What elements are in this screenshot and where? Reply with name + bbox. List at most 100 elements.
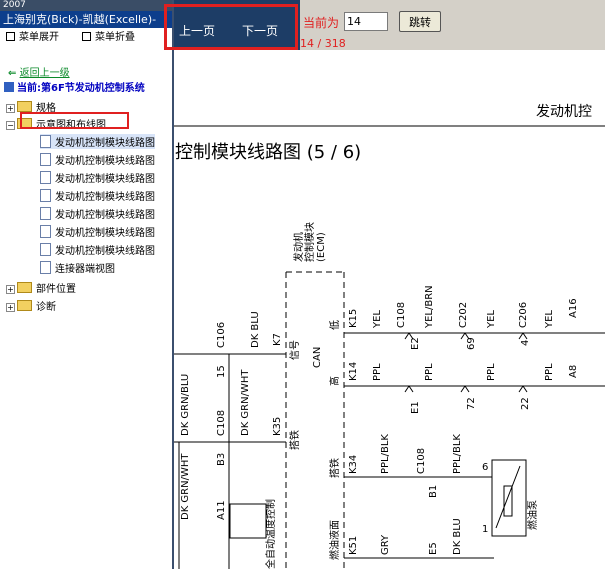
tree-child-item[interactable]: 发动机控制模块线路图 bbox=[40, 224, 155, 239]
svg-text:C202: C202 bbox=[458, 302, 469, 328]
document-icon bbox=[40, 171, 51, 184]
tree-child-item[interactable]: 发动机控制模块线路图 bbox=[40, 170, 155, 185]
folder-icon bbox=[17, 101, 32, 112]
can-label: CAN bbox=[312, 347, 323, 368]
svg-text:C108: C108 bbox=[396, 302, 407, 328]
back-arrow-icon: ⇐ bbox=[8, 68, 17, 79]
document-icon bbox=[40, 243, 51, 256]
document-icon bbox=[40, 153, 51, 166]
content-pane: 上一页 下一页 当前为 跳转 14 / 318 发动机控 控制模块线路图 (5 … bbox=[164, 0, 605, 569]
svg-text:C108: C108 bbox=[416, 448, 427, 474]
plus-icon[interactable]: + bbox=[6, 285, 15, 294]
svg-text:YEL: YEL bbox=[544, 310, 555, 329]
minus-icon[interactable]: − bbox=[6, 121, 15, 130]
highlight-box bbox=[20, 112, 129, 129]
high-label: 高 bbox=[328, 376, 341, 386]
document-icon bbox=[40, 207, 51, 220]
back-link[interactable]: ⇐ 返回上一级 bbox=[8, 64, 70, 79]
square-icon bbox=[6, 32, 15, 41]
svg-text:发动机: 发动机 bbox=[292, 232, 305, 262]
svg-text:YEL: YEL bbox=[372, 310, 383, 329]
svg-text:E1: E1 bbox=[410, 401, 421, 414]
svg-text:PPL: PPL bbox=[372, 363, 383, 381]
svg-text:PPL/BLK: PPL/BLK bbox=[452, 434, 463, 474]
svg-text:DK GRN/BLU: DK GRN/BLU bbox=[180, 374, 191, 436]
svg-text:E2: E2 bbox=[410, 337, 421, 350]
document-icon bbox=[40, 261, 51, 274]
svg-text:DK GRN/WHT: DK GRN/WHT bbox=[240, 369, 251, 436]
svg-text:15: 15 bbox=[216, 365, 227, 378]
current-location: 当前:第6F节发动机控制系统 bbox=[4, 79, 145, 94]
svg-text:K15: K15 bbox=[348, 309, 359, 328]
document-icon bbox=[40, 225, 51, 238]
svg-text:PPL/BLK: PPL/BLK bbox=[380, 434, 391, 474]
svg-text:DK BLU: DK BLU bbox=[250, 311, 261, 348]
folder-icon bbox=[17, 282, 32, 293]
svg-text:K14: K14 bbox=[348, 362, 359, 381]
expand-menu-button[interactable]: 菜单展开 bbox=[6, 29, 59, 47]
jump-button[interactable]: 跳转 bbox=[399, 11, 441, 32]
svg-text:PPL: PPL bbox=[544, 363, 555, 381]
svg-text:PPL: PPL bbox=[424, 363, 435, 381]
plus-icon[interactable]: + bbox=[6, 104, 15, 113]
year-strip: 2007 bbox=[0, 0, 172, 11]
low-label: 低 bbox=[328, 320, 341, 330]
square-icon bbox=[82, 32, 91, 41]
pager-bar: 上一页 下一页 当前为 跳转 14 / 318 bbox=[164, 0, 605, 50]
svg-text:K35: K35 bbox=[272, 417, 283, 436]
svg-text:DK BLU: DK BLU bbox=[452, 518, 463, 555]
svg-text:C108: C108 bbox=[216, 410, 227, 436]
svg-text:YEL: YEL bbox=[486, 310, 497, 329]
document-icon bbox=[40, 189, 51, 202]
svg-text:(ECM): (ECM) bbox=[316, 232, 327, 262]
plus-icon[interactable]: + bbox=[6, 303, 15, 312]
tree-item-parts[interactable]: + 部件位置 bbox=[6, 280, 76, 295]
fuel-level-signal-label: 燃油液面 bbox=[328, 520, 341, 560]
svg-text:72: 72 bbox=[466, 397, 477, 410]
svg-text:K51: K51 bbox=[348, 536, 359, 555]
svg-text:69: 69 bbox=[466, 337, 477, 350]
svg-text:DK GRN/WHT: DK GRN/WHT bbox=[180, 453, 191, 520]
svg-text:6: 6 bbox=[482, 462, 488, 473]
tree-child-item[interactable]: 发动机控制模块线路图 bbox=[40, 134, 155, 149]
book-icon bbox=[4, 82, 14, 92]
diagram-header: 发动机控 bbox=[536, 104, 592, 120]
signal-label: 信号 bbox=[289, 340, 301, 360]
svg-text:GRY: GRY bbox=[380, 534, 391, 555]
svg-text:K7: K7 bbox=[272, 333, 283, 346]
left-menu-panel: 2007 上海别克(Bick)-凯越(Excelle)- 菜单展开 菜单折叠 ⇐… bbox=[0, 0, 172, 569]
svg-text:C106: C106 bbox=[216, 322, 227, 348]
tree-child-item[interactable]: 发动机控制模块线路图 bbox=[40, 152, 155, 167]
svg-text:PPL: PPL bbox=[486, 363, 497, 381]
collapse-menu-button[interactable]: 菜单折叠 bbox=[82, 29, 135, 47]
svg-text:B3: B3 bbox=[216, 453, 227, 466]
app-title: 上海别克(Bick)-凯越(Excelle)- bbox=[0, 11, 172, 28]
ecm-label: 发动机 控制模块 (ECM) bbox=[292, 222, 327, 262]
highlight-box bbox=[164, 4, 298, 50]
svg-text:22: 22 bbox=[520, 397, 531, 410]
tree-child-item[interactable]: 连接器端视图 bbox=[40, 260, 115, 275]
tree-child-item[interactable]: 发动机控制模块线路图 bbox=[40, 188, 155, 203]
svg-text:A16: A16 bbox=[568, 298, 579, 318]
tree-item-diagnosis[interactable]: + 诊断 bbox=[6, 298, 56, 313]
svg-text:K34: K34 bbox=[348, 455, 359, 474]
svg-text:A8: A8 bbox=[568, 365, 579, 378]
svg-text:控制模块: 控制模块 bbox=[303, 222, 316, 262]
diagram-title: 控制模块线路图 (5 / 6) bbox=[175, 142, 361, 163]
svg-text:B1: B1 bbox=[428, 485, 439, 498]
ground-label-2: 搭铁 bbox=[328, 458, 341, 478]
svg-text:1: 1 bbox=[482, 524, 488, 535]
wiring-diagram: 发动机控 控制模块线路图 (5 / 6) 发动机 控制模块 (ECM) CAN … bbox=[174, 104, 605, 569]
tree-child-item[interactable]: 发动机控制模块线路图 bbox=[40, 206, 155, 221]
svg-text:A11: A11 bbox=[216, 500, 227, 520]
page-count: 14 / 318 bbox=[300, 37, 346, 50]
svg-text:E5: E5 bbox=[428, 542, 439, 555]
page-number-input[interactable] bbox=[344, 12, 388, 31]
svg-text:4: 4 bbox=[520, 340, 531, 346]
menu-bar: 菜单展开 菜单折叠 bbox=[0, 29, 172, 47]
back-link-text[interactable]: 返回上一级 bbox=[20, 68, 70, 79]
folder-icon bbox=[17, 300, 32, 311]
tree-child-item[interactable]: 发动机控制模块线路图 bbox=[40, 242, 155, 257]
document-icon bbox=[40, 135, 51, 148]
current-page-label: 当前为 bbox=[303, 16, 340, 30]
